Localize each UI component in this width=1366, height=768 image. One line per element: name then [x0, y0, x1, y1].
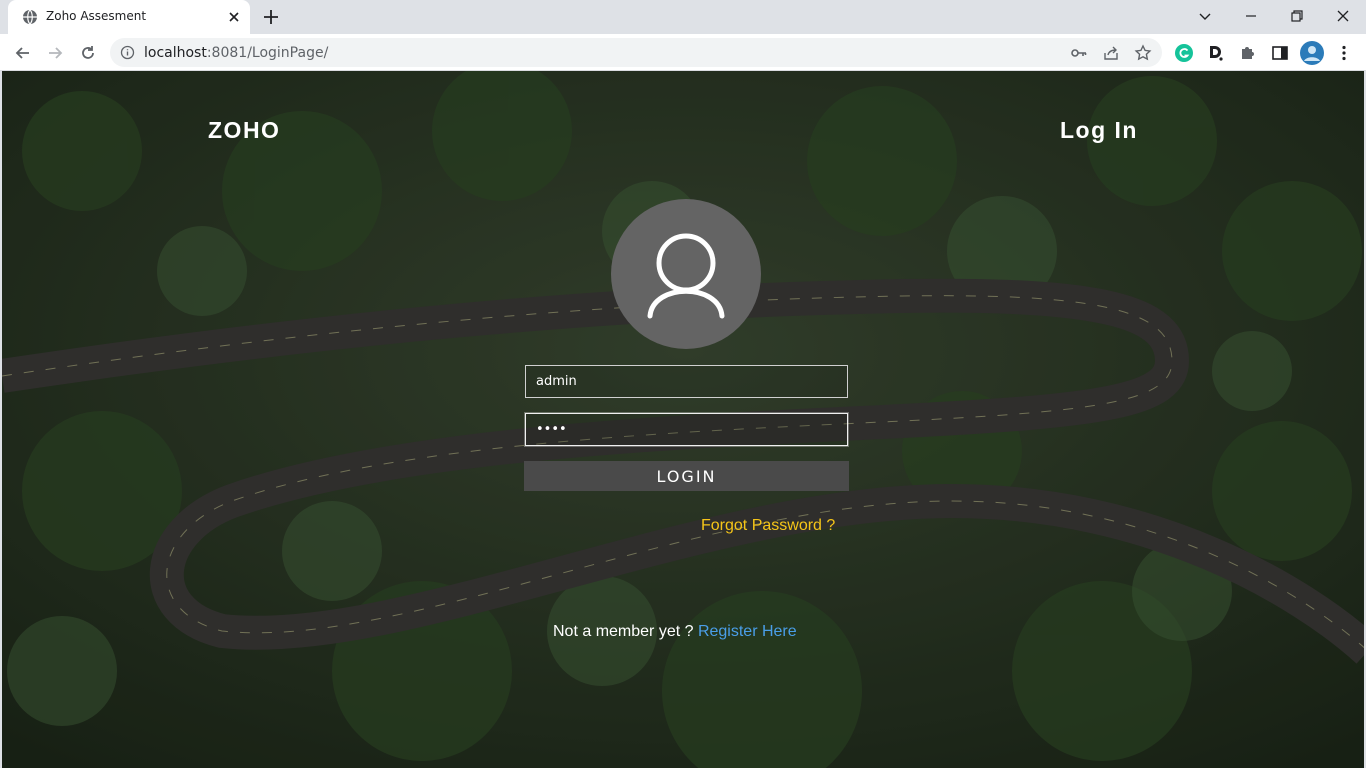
register-prompt-text: Not a member yet ? — [553, 623, 698, 640]
minimize-icon[interactable] — [1241, 6, 1261, 26]
url-host: localhost — [144, 45, 207, 61]
forgot-password-link[interactable]: Forgot Password ? — [701, 517, 835, 535]
info-icon[interactable] — [120, 45, 135, 60]
profile-avatar[interactable] — [1300, 41, 1324, 65]
tab-title: Zoho Assesment — [46, 9, 147, 23]
page-title: Log In — [1060, 117, 1138, 143]
login-page: ZOHO Log In LOGIN Forgot Password ? Not … — [0, 71, 1366, 768]
close-window-icon[interactable] — [1333, 6, 1353, 26]
browser-toolbar: localhost:8081/LoginPage/ — [0, 34, 1366, 71]
share-icon[interactable] — [1102, 44, 1120, 62]
address-bar[interactable]: localhost:8081/LoginPage/ — [110, 38, 1162, 67]
brand-logo-text: ZOHO — [208, 117, 281, 143]
back-arrow-icon[interactable] — [13, 43, 33, 63]
grammarly-icon[interactable] — [1174, 43, 1194, 63]
puzzle-icon[interactable] — [1238, 43, 1258, 63]
star-icon[interactable] — [1134, 44, 1152, 62]
password-input[interactable] — [525, 413, 848, 446]
close-icon[interactable] — [226, 9, 242, 25]
dashlane-icon[interactable] — [1206, 43, 1226, 63]
login-button[interactable]: LOGIN — [524, 461, 849, 491]
browser-tab-strip: Zoho Assesment — [0, 0, 1366, 34]
restore-icon[interactable] — [1287, 6, 1307, 26]
browser-tab[interactable]: Zoho Assesment — [8, 0, 250, 34]
globe-icon — [23, 9, 37, 25]
kebab-menu-icon[interactable] — [1334, 43, 1354, 63]
forward-arrow-icon[interactable] — [45, 43, 65, 63]
plus-icon[interactable] — [262, 8, 280, 26]
chevron-down-icon[interactable] — [1195, 6, 1215, 26]
user-avatar — [611, 199, 761, 349]
url-path: :8081/LoginPage/ — [206, 45, 329, 61]
username-input[interactable] — [525, 365, 848, 398]
register-link[interactable]: Register Here — [698, 623, 797, 640]
side-panel-icon[interactable] — [1270, 43, 1290, 63]
reload-icon[interactable] — [78, 43, 98, 63]
key-icon[interactable] — [1070, 44, 1088, 62]
register-prompt: Not a member yet ? Register Here — [553, 623, 797, 641]
url-text: localhost:8081/LoginPage/ — [144, 45, 328, 61]
user-icon — [647, 233, 725, 319]
